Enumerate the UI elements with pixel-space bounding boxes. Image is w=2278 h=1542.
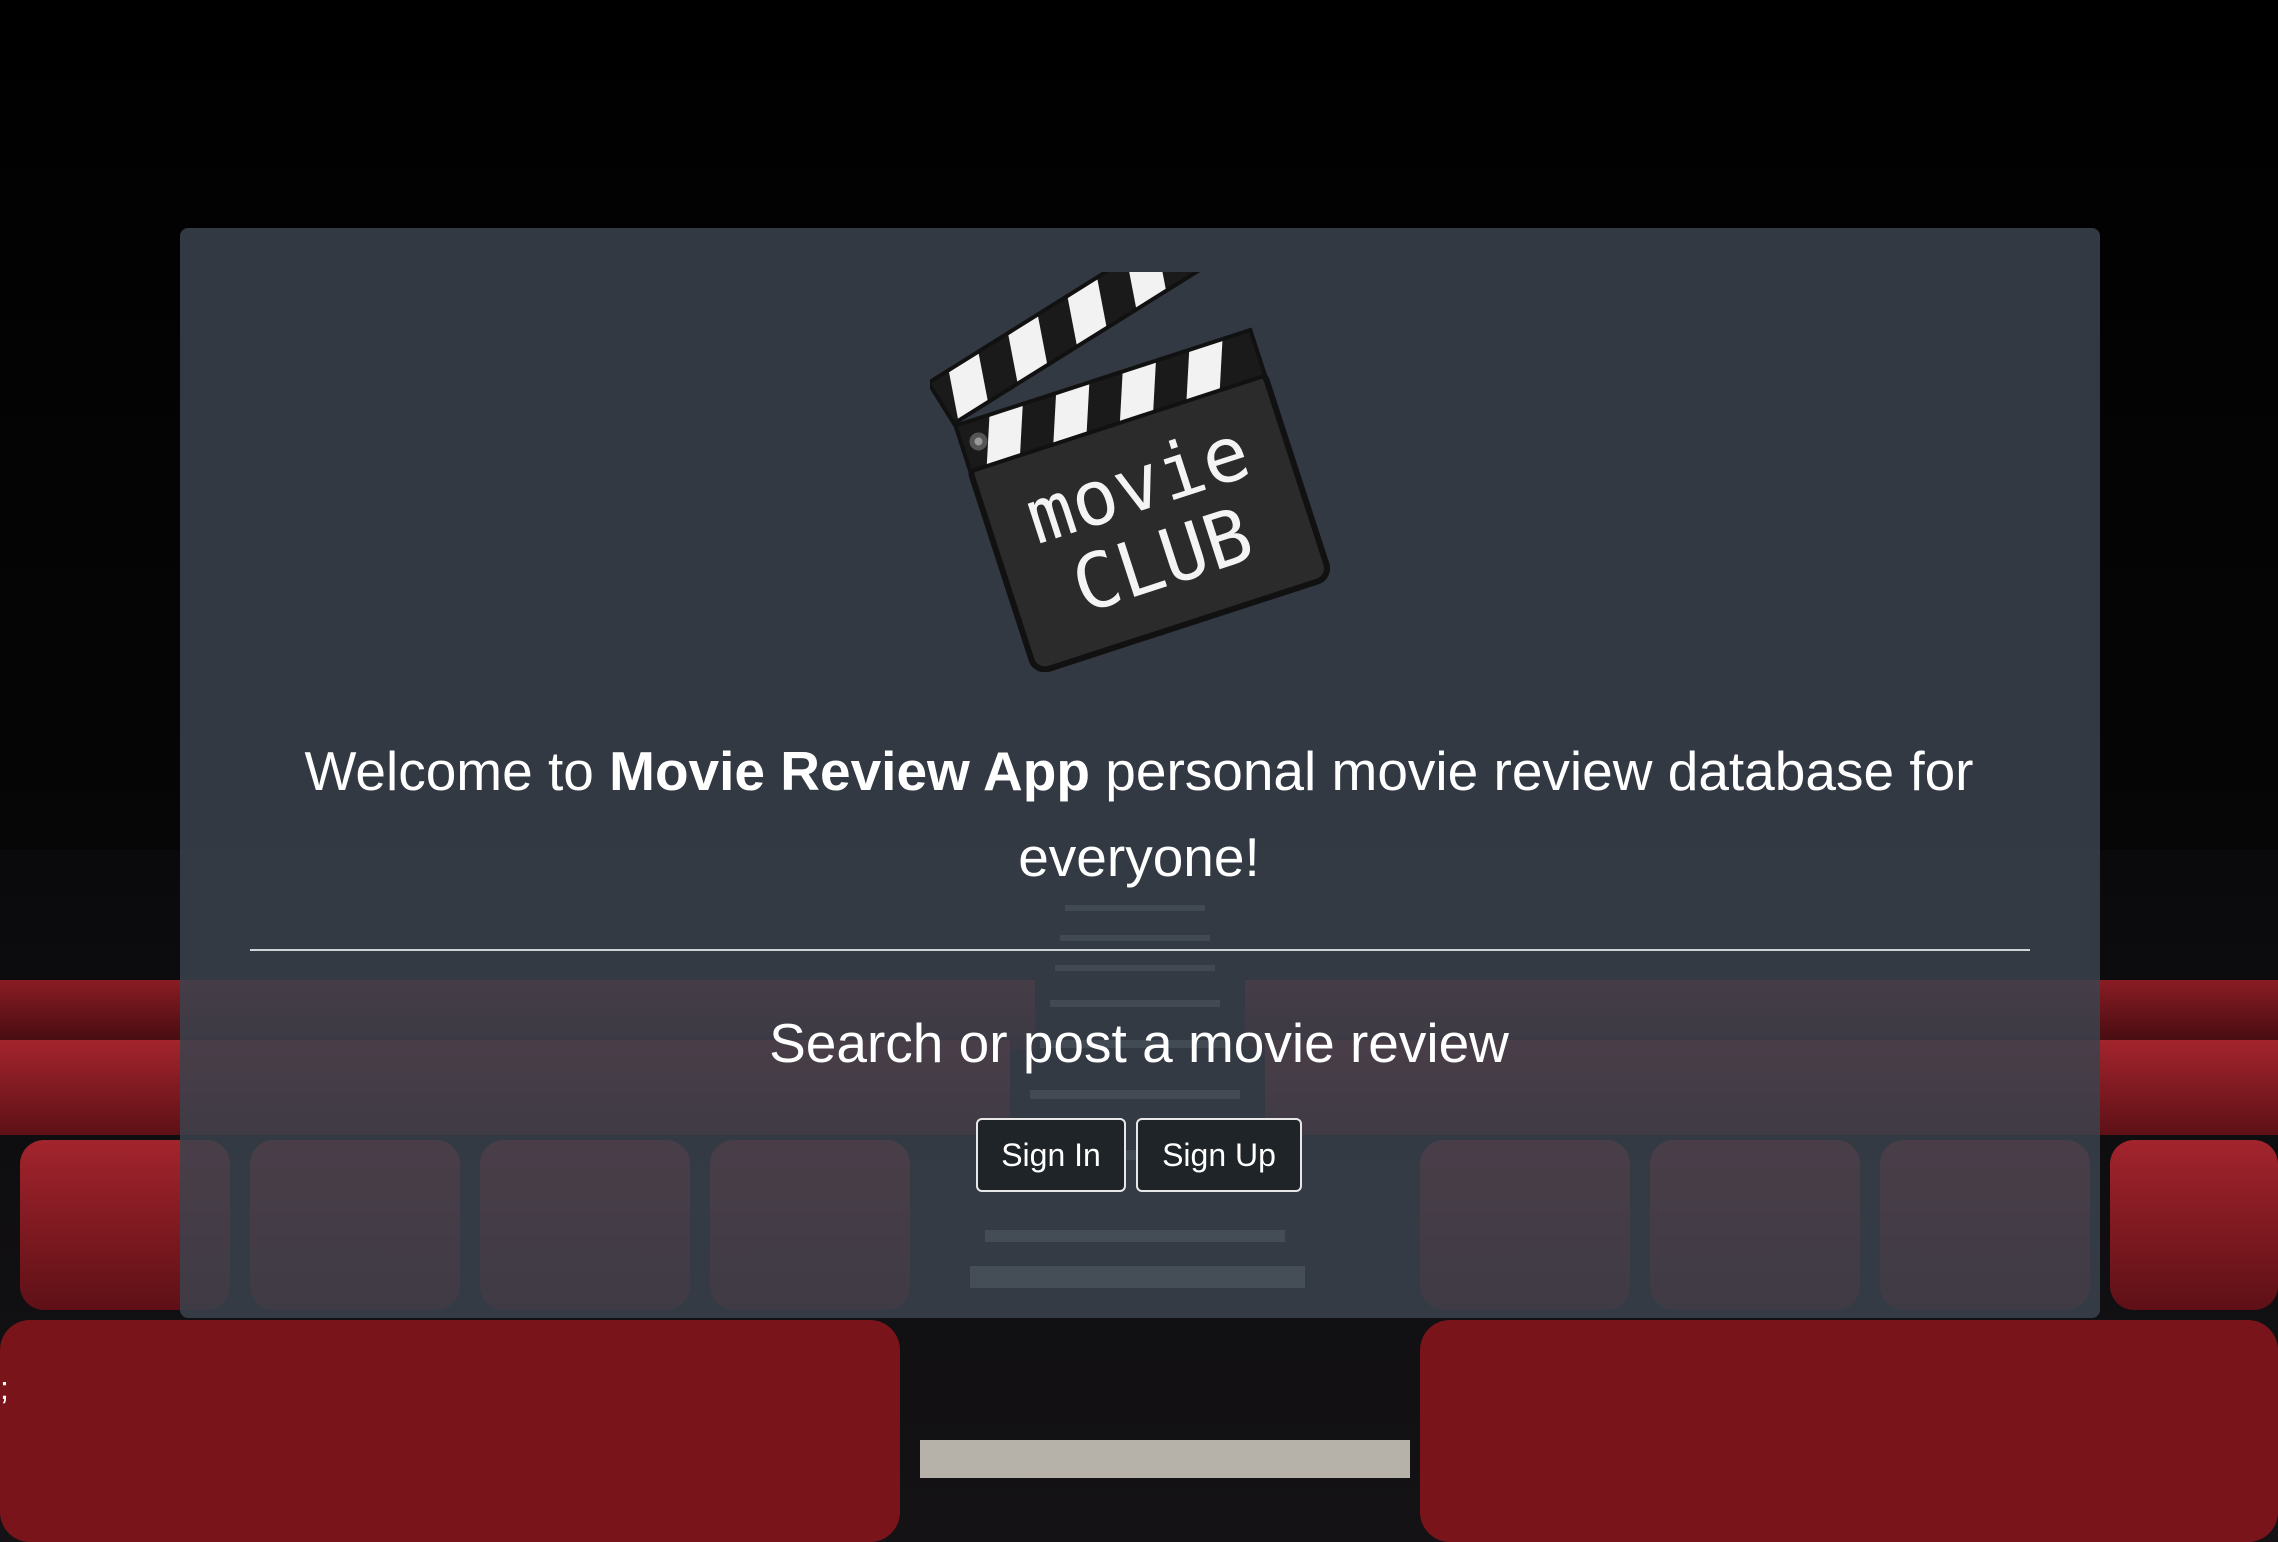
welcome-prefix: Welcome to (304, 740, 610, 802)
welcome-suffix: personal movie review database for every… (1018, 740, 1974, 888)
page-background: ; movie CLUB Welcome to Movie Review App… (0, 0, 2278, 1542)
app-name: Movie Review App (609, 740, 1090, 802)
sign-up-button[interactable]: Sign Up (1136, 1118, 1302, 1192)
lead-heading: Search or post a movie review (769, 1012, 1509, 1074)
welcome-heading: Welcome to Movie Review App personal mov… (250, 728, 2028, 900)
stray-text: ; (0, 1370, 9, 1406)
sign-in-button[interactable]: Sign In (976, 1118, 1126, 1192)
divider (250, 949, 2030, 951)
clapperboard-icon: movie CLUB (930, 272, 1331, 672)
